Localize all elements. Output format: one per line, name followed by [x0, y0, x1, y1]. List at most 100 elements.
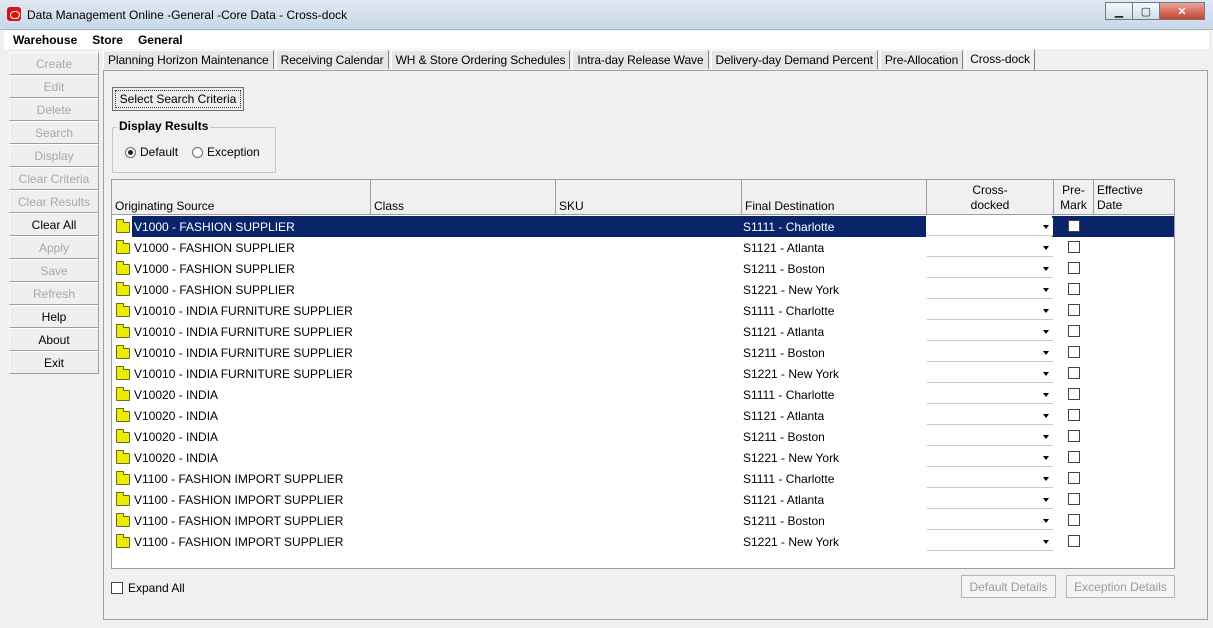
cross-docked-dropdown[interactable] — [927, 533, 1053, 551]
chevron-down-icon[interactable] — [1043, 267, 1049, 271]
select-search-criteria-button[interactable]: Select Search Criteria — [112, 87, 244, 111]
chevron-down-icon[interactable] — [1043, 372, 1049, 376]
pre-mark-checkbox[interactable] — [1068, 220, 1080, 232]
chevron-down-icon[interactable] — [1043, 309, 1049, 313]
save-button[interactable]: Save — [9, 259, 99, 282]
maximize-icon[interactable]: ▢ — [1132, 2, 1160, 20]
table-row[interactable]: V1000 - FASHION SUPPLIER S1211 - Boston — [112, 258, 1174, 279]
chevron-down-icon[interactable] — [1043, 435, 1049, 439]
exception-details-button[interactable]: Exception Details — [1066, 575, 1175, 598]
folder-icon[interactable] — [116, 303, 130, 317]
table-row[interactable]: V10020 - INDIA S1121 - Atlanta — [112, 405, 1174, 426]
help-button[interactable]: Help — [9, 305, 99, 328]
pre-mark-checkbox[interactable] — [1068, 346, 1080, 358]
column-effective-date[interactable]: Effective Date — [1094, 180, 1174, 215]
pre-mark-checkbox[interactable] — [1068, 493, 1080, 505]
table-row[interactable]: V10020 - INDIA S1221 - New York — [112, 447, 1174, 468]
pre-mark-checkbox[interactable] — [1068, 514, 1080, 526]
folder-icon[interactable] — [116, 429, 130, 443]
folder-icon[interactable] — [116, 513, 130, 527]
folder-icon[interactable] — [116, 261, 130, 275]
close-icon[interactable]: ✕ — [1159, 2, 1205, 20]
folder-icon[interactable] — [116, 240, 130, 254]
pre-mark-checkbox[interactable] — [1068, 241, 1080, 253]
folder-icon[interactable] — [116, 408, 130, 422]
column-final-destination[interactable]: Final Destination — [742, 180, 927, 215]
expand-all-checkbox[interactable]: Expand All — [111, 581, 185, 595]
cross-docked-dropdown[interactable] — [927, 407, 1053, 425]
chevron-down-icon[interactable] — [1043, 456, 1049, 460]
cross-docked-dropdown[interactable] — [927, 512, 1053, 530]
cross-docked-dropdown[interactable] — [927, 302, 1053, 320]
cross-docked-dropdown[interactable] — [927, 218, 1053, 236]
table-row[interactable]: V10010 - INDIA FURNITURE SUPPLIER S1211 -… — [112, 342, 1174, 363]
cross-docked-dropdown[interactable] — [927, 386, 1053, 404]
exception-radio[interactable] — [192, 146, 204, 158]
table-row[interactable]: V1100 - FASHION IMPORT SUPPLIER S1221 - N… — [112, 531, 1174, 552]
tab-wh-store-ordering-schedules[interactable]: WH & Store Ordering Schedules — [390, 50, 571, 69]
pre-mark-checkbox[interactable] — [1068, 430, 1080, 442]
tab-receiving-calendar[interactable]: Receiving Calendar — [275, 50, 389, 69]
pre-mark-checkbox[interactable] — [1068, 262, 1080, 274]
cross-docked-dropdown[interactable] — [927, 344, 1053, 362]
cross-docked-dropdown[interactable] — [927, 470, 1053, 488]
table-row[interactable]: V1100 - FASHION IMPORT SUPPLIER S1121 - A… — [112, 489, 1174, 510]
folder-icon[interactable] — [116, 450, 130, 464]
create-button[interactable]: Create — [9, 52, 99, 75]
chevron-down-icon[interactable] — [1043, 519, 1049, 523]
expand-all-box[interactable] — [111, 582, 123, 594]
apply-button[interactable]: Apply — [9, 236, 99, 259]
table-row[interactable]: V1000 - FASHION SUPPLIER S1111 - Charlott… — [112, 216, 1174, 237]
folder-icon[interactable] — [116, 324, 130, 338]
chevron-down-icon[interactable] — [1043, 225, 1049, 229]
menu-warehouse[interactable]: Warehouse — [13, 33, 77, 47]
table-row[interactable]: V1000 - FASHION SUPPLIER S1121 - Atlanta — [112, 237, 1174, 258]
tab-cross-dock[interactable]: Cross-dock — [965, 49, 1035, 70]
table-row[interactable]: V1000 - FASHION SUPPLIER S1221 - New York — [112, 279, 1174, 300]
tab-planning-horizon-maintenance[interactable]: Planning Horizon Maintenance — [103, 50, 274, 69]
cross-docked-dropdown[interactable] — [927, 491, 1053, 509]
chevron-down-icon[interactable] — [1043, 540, 1049, 544]
table-row[interactable]: V1100 - FASHION IMPORT SUPPLIER S1111 - C… — [112, 468, 1174, 489]
chevron-down-icon[interactable] — [1043, 288, 1049, 292]
tab-pre-allocation[interactable]: Pre-Allocation — [879, 50, 964, 69]
cross-docked-dropdown[interactable] — [927, 449, 1053, 467]
minimize-icon[interactable]: ▁ — [1105, 2, 1133, 20]
table-row[interactable]: V10010 - INDIA FURNITURE SUPPLIER S1221 -… — [112, 363, 1174, 384]
table-row[interactable]: V10020 - INDIA S1211 - Boston — [112, 426, 1174, 447]
chevron-down-icon[interactable] — [1043, 414, 1049, 418]
pre-mark-checkbox[interactable] — [1068, 535, 1080, 547]
pre-mark-checkbox[interactable] — [1068, 472, 1080, 484]
column-sku[interactable]: SKU — [556, 180, 742, 215]
folder-icon[interactable] — [116, 534, 130, 548]
edit-button[interactable]: Edit — [9, 75, 99, 98]
default-details-button[interactable]: Default Details — [961, 575, 1056, 598]
display-button[interactable]: Display — [9, 144, 99, 167]
table-row[interactable]: V1100 - FASHION IMPORT SUPPLIER S1211 - B… — [112, 510, 1174, 531]
cross-docked-dropdown[interactable] — [927, 239, 1053, 257]
delete-button[interactable]: Delete — [9, 98, 99, 121]
column-pre-mark[interactable]: Pre- Mark — [1054, 180, 1094, 215]
menu-store[interactable]: Store — [92, 33, 123, 47]
clear-all-button[interactable]: Clear All — [9, 213, 99, 236]
cross-docked-dropdown[interactable] — [927, 281, 1053, 299]
cross-docked-dropdown[interactable] — [927, 260, 1053, 278]
folder-icon[interactable] — [116, 366, 130, 380]
exit-button[interactable]: Exit — [9, 351, 99, 374]
cross-docked-dropdown[interactable] — [927, 323, 1053, 341]
chevron-down-icon[interactable] — [1043, 393, 1049, 397]
folder-icon[interactable] — [116, 387, 130, 401]
search-button[interactable]: Search — [9, 121, 99, 144]
folder-icon[interactable] — [116, 219, 130, 233]
cross-docked-dropdown[interactable] — [927, 365, 1053, 383]
table-row[interactable]: V10020 - INDIA S1111 - Charlotte — [112, 384, 1174, 405]
folder-icon[interactable] — [116, 471, 130, 485]
chevron-down-icon[interactable] — [1043, 246, 1049, 250]
pre-mark-checkbox[interactable] — [1068, 451, 1080, 463]
folder-icon[interactable] — [116, 492, 130, 506]
column-originating-source[interactable]: Originating Source — [112, 180, 371, 215]
clear-results-button[interactable]: Clear Results — [9, 190, 99, 213]
chevron-down-icon[interactable] — [1043, 351, 1049, 355]
menu-general[interactable]: General — [138, 33, 183, 47]
tab-delivery-day-demand-percent[interactable]: Delivery-day Demand Percent — [710, 50, 878, 69]
